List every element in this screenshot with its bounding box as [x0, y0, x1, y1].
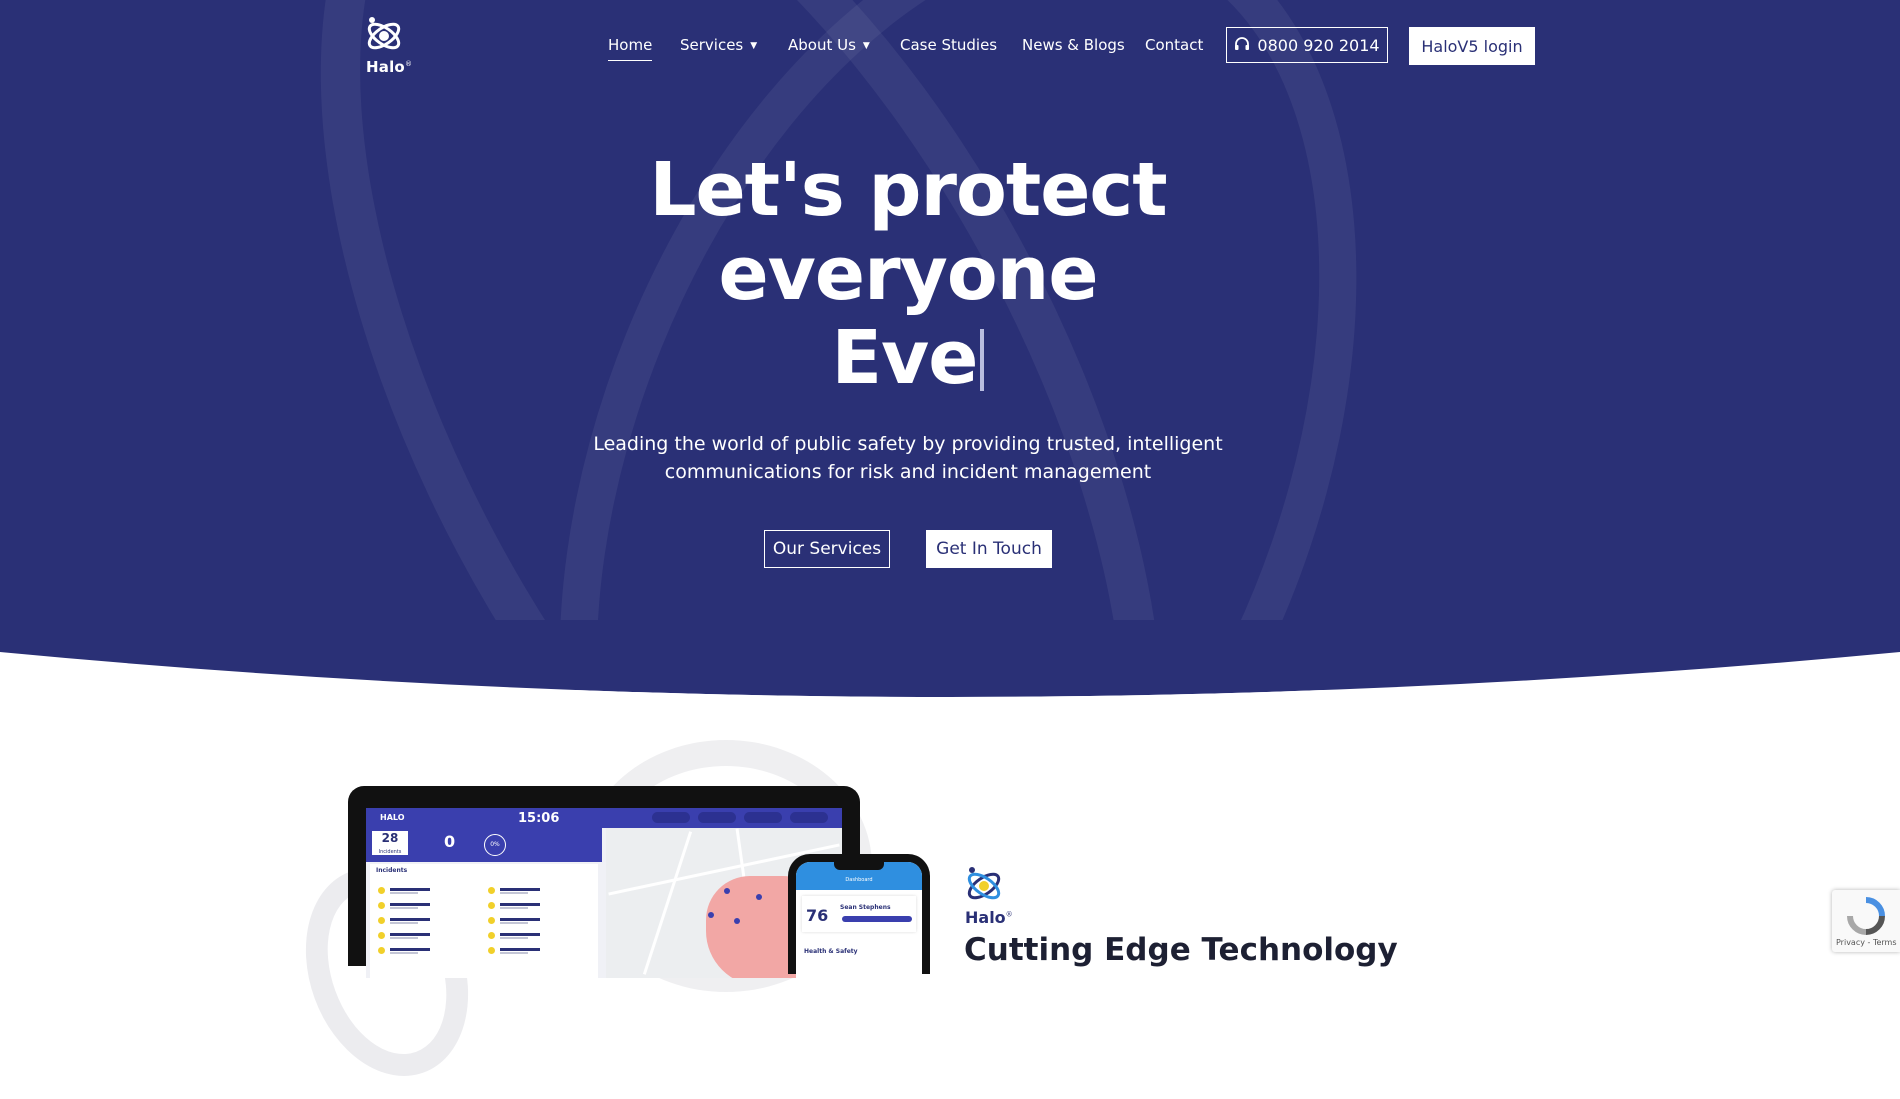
dashboard-brand: HALO [380, 813, 405, 822]
hero-bottom-curve [0, 620, 1900, 720]
list-item [378, 946, 478, 956]
map-pin [708, 912, 714, 918]
map-pin [734, 918, 740, 924]
phone-list-item: Health & Safety [804, 948, 858, 955]
get-in-touch-button[interactable]: Get In Touch [926, 530, 1052, 568]
headline-line-1: Let's protect [649, 147, 1167, 233]
dashboard-stats: 28 Incidents 0 0% [366, 828, 602, 862]
nav-case-studies[interactable]: Case Studies [900, 36, 997, 54]
nav-services-label: Services [680, 36, 744, 54]
hero-subtitle: Leading the world of public safety by pr… [0, 430, 1816, 486]
incidents-count-box: 28 Incidents [372, 831, 408, 855]
subtitle-line-2: communications for risk and incident man… [664, 461, 1152, 483]
halo-logo[interactable]: Halo® [364, 14, 424, 78]
halo-logo-colored: Halo® [964, 864, 1013, 928]
dashboard-pill [652, 812, 690, 823]
list-item [378, 901, 478, 911]
caret-down-icon: ▼ [750, 41, 758, 51]
dashboard-pill [698, 812, 736, 823]
list-item [488, 901, 588, 911]
list-item [378, 916, 478, 926]
phone-button[interactable]: 0800 920 2014 [1226, 27, 1388, 63]
nav-about-us[interactable]: About Us ▼ [788, 36, 870, 54]
headline-typed-line: Eve [0, 316, 1816, 400]
phone-mockup: Dashboard 76 Sean Stephens Health & Safe… [788, 854, 930, 982]
phone-screen: Dashboard 76 Sean Stephens Health & Safe… [796, 862, 922, 982]
atom-logo-icon [367, 17, 401, 50]
typed-text: Eve [831, 315, 979, 401]
typing-cursor [980, 329, 985, 391]
phone-notch [834, 862, 884, 870]
nav-home[interactable]: Home [608, 36, 653, 61]
hero-section: Halo® Home Services ▼ About Us ▼ Case Stud… [0, 0, 1900, 690]
logo-wordmark: Halo® [366, 58, 413, 76]
section-title: Cutting Edge Technology [964, 932, 1398, 968]
nav-contact[interactable]: Contact [1145, 36, 1203, 54]
list-item [378, 886, 478, 896]
map-pin [724, 888, 730, 894]
recaptcha-icon [1847, 897, 1885, 935]
map-pin [756, 894, 762, 900]
list-item [488, 946, 588, 956]
logo-wordmark: Halo® [965, 908, 1013, 927]
list-item [378, 931, 478, 941]
headline-line-2: everyone [718, 231, 1098, 317]
list-item [488, 886, 588, 896]
nav-services[interactable]: Services ▼ [680, 36, 757, 54]
phone-user-name: Sean Stephens [840, 904, 891, 911]
recaptcha-privacy-terms[interactable]: Privacy - Terms [1836, 938, 1897, 947]
caret-down-icon: ▼ [862, 41, 870, 51]
phone-stat-number: 76 [806, 906, 829, 925]
phone-number: 0800 920 2014 [1257, 35, 1380, 55]
list-item [488, 916, 588, 926]
hero-headline: Let's protect everyone Eve [0, 148, 1816, 400]
nav-news-blogs[interactable]: News & Blogs [1022, 36, 1125, 54]
subtitle-line-1: Leading the world of public safety by pr… [593, 433, 1223, 455]
stat-zero: 0 [444, 832, 456, 851]
headset-icon [1235, 37, 1250, 50]
atom-logo-icon [967, 867, 1001, 900]
incidents-list-header: Incidents [376, 867, 408, 874]
laptop-mockup: HALO 15:06 28 Incidents 0 0% Incidents [348, 786, 860, 978]
list-item [488, 931, 588, 941]
dashboard-time: 15:06 [518, 811, 560, 826]
our-services-button[interactable]: Our Services [764, 530, 890, 568]
recaptcha-badge[interactable]: Privacy - Terms [1832, 890, 1900, 952]
dashboard-pill [790, 812, 828, 823]
phone-status-bar [842, 916, 912, 922]
dashboard-screen: HALO 15:06 28 Incidents 0 0% Incidents [366, 808, 842, 978]
stat-percent: 0% [484, 834, 506, 856]
dashboard-topbar: HALO 15:06 [366, 808, 842, 828]
phone-card: 76 Sean Stephens [802, 896, 916, 932]
map-road [642, 831, 693, 975]
halov5-login-button[interactable]: HaloV5 login [1409, 27, 1535, 65]
incidents-list: Incidents [370, 864, 598, 978]
nav-about-label: About Us [788, 36, 856, 54]
dashboard-pill [744, 812, 782, 823]
